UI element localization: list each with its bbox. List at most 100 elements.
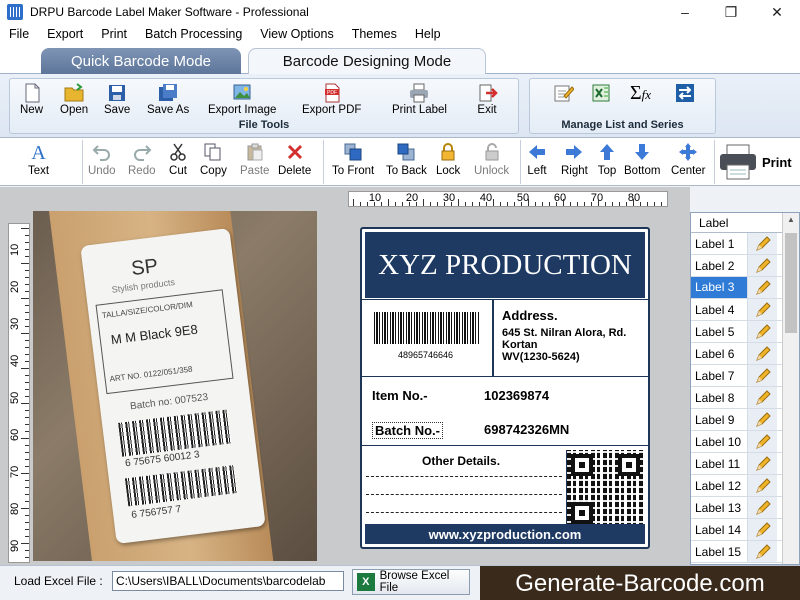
- pencil-icon[interactable]: [747, 475, 777, 496]
- to-back-button[interactable]: To Back: [386, 142, 427, 177]
- label-address-line2[interactable]: WV(1230-5624): [502, 351, 580, 363]
- pencil-icon[interactable]: [747, 299, 777, 320]
- undo-icon: [92, 145, 110, 161]
- label-list-item-name[interactable]: Label 14: [691, 523, 747, 537]
- redo-button[interactable]: Redo: [128, 142, 156, 177]
- label-batch-value[interactable]: 698742326MN: [484, 422, 569, 437]
- label-other-details[interactable]: Other Details.: [422, 454, 500, 468]
- pencil-icon[interactable]: [747, 277, 777, 298]
- menu-export[interactable]: Export: [38, 27, 92, 41]
- label-list-item-name[interactable]: Label 15: [691, 545, 747, 559]
- label-barcode[interactable]: [374, 312, 480, 344]
- menu-help[interactable]: Help: [406, 27, 450, 41]
- label-list-item-name[interactable]: Label 4: [691, 303, 747, 317]
- tab-barcode-designing-mode[interactable]: Barcode Designing Mode: [248, 48, 486, 74]
- label-list-item-name[interactable]: Label 3: [691, 277, 747, 298]
- pencil-icon[interactable]: [747, 497, 777, 518]
- label-address-title[interactable]: Address.: [502, 308, 558, 323]
- label-header-text[interactable]: XYZ PRODUCTION: [365, 232, 645, 298]
- label-batch-row: Batch No.- 698742326MN: [362, 413, 648, 447]
- label-list-item-name[interactable]: Label 2: [691, 259, 747, 273]
- scroll-thumb[interactable]: [785, 233, 797, 333]
- text-tool-button[interactable]: A Text: [28, 142, 49, 177]
- series-formula-button[interactable]: Σfx: [630, 82, 651, 105]
- label-list-scrollbar[interactable]: ▲: [782, 213, 799, 564]
- close-button[interactable]: ✕: [754, 0, 800, 24]
- unlock-button[interactable]: Unlock: [474, 142, 509, 177]
- align-right-button[interactable]: Right: [561, 142, 588, 177]
- minimize-button[interactable]: –: [662, 0, 708, 24]
- export-image-button[interactable]: Export Image: [208, 82, 276, 116]
- lock-button[interactable]: Lock: [436, 142, 460, 177]
- pencil-icon[interactable]: [747, 255, 777, 276]
- label-list-item-name[interactable]: Label 12: [691, 479, 747, 493]
- label-list-item-name[interactable]: Label 7: [691, 369, 747, 383]
- paste-icon: [247, 143, 263, 161]
- photo-tag-size-header: TALLA/SIZE/COLOR/DIM: [101, 300, 194, 321]
- browse-excel-button[interactable]: X Browse Excel File: [352, 569, 470, 595]
- save-as-button[interactable]: Save As: [147, 82, 189, 116]
- pencil-icon[interactable]: [747, 431, 777, 452]
- ruler-label: 40: [9, 354, 21, 367]
- watermark: Generate-Barcode.com: [480, 566, 800, 600]
- design-canvas[interactable]: 10 20 30 40 50 60 70 80 10 20 30 40 50 60 70 80 90 SP S…: [0, 187, 690, 565]
- label-list-item-name[interactable]: Label 5: [691, 325, 747, 339]
- align-center-button[interactable]: Center: [671, 142, 706, 177]
- label-address-line1[interactable]: 645 St. Nilran Alora, Rd. Kortan: [502, 327, 642, 351]
- scroll-up-icon[interactable]: ▲: [783, 215, 799, 224]
- label-item-key[interactable]: Item No.-: [372, 388, 428, 403]
- open-button[interactable]: Open: [60, 82, 88, 116]
- pencil-icon[interactable]: [747, 343, 777, 364]
- exit-button[interactable]: Exit: [476, 82, 498, 116]
- menu-themes[interactable]: Themes: [343, 27, 406, 41]
- label-list-item-name[interactable]: Label 9: [691, 413, 747, 427]
- label-list-item-name[interactable]: Label 13: [691, 501, 747, 515]
- excel-import-button[interactable]: [590, 82, 612, 104]
- to-front-button[interactable]: To Front: [332, 142, 374, 177]
- pencil-icon[interactable]: [747, 519, 777, 540]
- swap-series-button[interactable]: [674, 82, 696, 104]
- vertical-ruler: 10 20 30 40 50 60 70 80 90: [8, 223, 30, 563]
- label-list-item-name[interactable]: Label 1: [691, 237, 747, 251]
- save-button[interactable]: Save: [104, 82, 130, 116]
- label-list-item-name[interactable]: Label 6: [691, 347, 747, 361]
- menu-view-options[interactable]: View Options: [251, 27, 342, 41]
- paste-button[interactable]: Paste: [240, 142, 269, 177]
- align-left-button[interactable]: Left: [527, 142, 547, 177]
- pencil-icon[interactable]: [747, 541, 777, 562]
- cut-button[interactable]: Cut: [168, 142, 188, 177]
- print-button[interactable]: Print: [718, 143, 792, 181]
- pencil-icon[interactable]: [747, 233, 777, 254]
- pencil-icon[interactable]: [747, 453, 777, 474]
- pencil-icon[interactable]: [747, 409, 777, 430]
- menu-file[interactable]: File: [0, 27, 38, 41]
- undo-button[interactable]: Undo: [88, 142, 116, 177]
- align-top-button[interactable]: Top: [597, 142, 617, 177]
- label-list-item-name[interactable]: Label 8: [691, 391, 747, 405]
- ruler-label: 60: [9, 428, 21, 441]
- label-batch-key[interactable]: Batch No.-: [372, 422, 443, 439]
- copy-button[interactable]: Copy: [200, 142, 227, 177]
- menu-print[interactable]: Print: [92, 27, 136, 41]
- print-label-button[interactable]: Print Label: [392, 82, 447, 116]
- label-preview[interactable]: XYZ PRODUCTION 48965746646 Address. 645 …: [360, 227, 650, 549]
- tab-quick-barcode-mode[interactable]: Quick Barcode Mode: [41, 48, 241, 74]
- excel-path-input[interactable]: [112, 571, 344, 591]
- export-pdf-button[interactable]: PDF Export PDF: [302, 82, 361, 116]
- label-item-value[interactable]: 102369874: [484, 388, 549, 403]
- pencil-icon[interactable]: [747, 321, 777, 342]
- pencil-icon[interactable]: [747, 387, 777, 408]
- scissors-icon: [170, 143, 186, 161]
- new-button[interactable]: New: [20, 82, 43, 116]
- label-list-item-name[interactable]: Label 11: [691, 457, 747, 471]
- align-bottom-button[interactable]: Bottom: [624, 142, 660, 177]
- label-qr-code[interactable]: [566, 450, 644, 528]
- ruler-label: 20: [9, 280, 21, 293]
- menu-batch-processing[interactable]: Batch Processing: [136, 27, 251, 41]
- label-footer-url[interactable]: www.xyzproduction.com: [365, 524, 645, 544]
- label-list-item-name[interactable]: Label 10: [691, 435, 747, 449]
- pencil-icon[interactable]: [747, 365, 777, 386]
- manage-list-button[interactable]: [552, 82, 574, 104]
- maximize-button[interactable]: ❐: [708, 0, 754, 24]
- delete-button[interactable]: Delete: [278, 142, 311, 177]
